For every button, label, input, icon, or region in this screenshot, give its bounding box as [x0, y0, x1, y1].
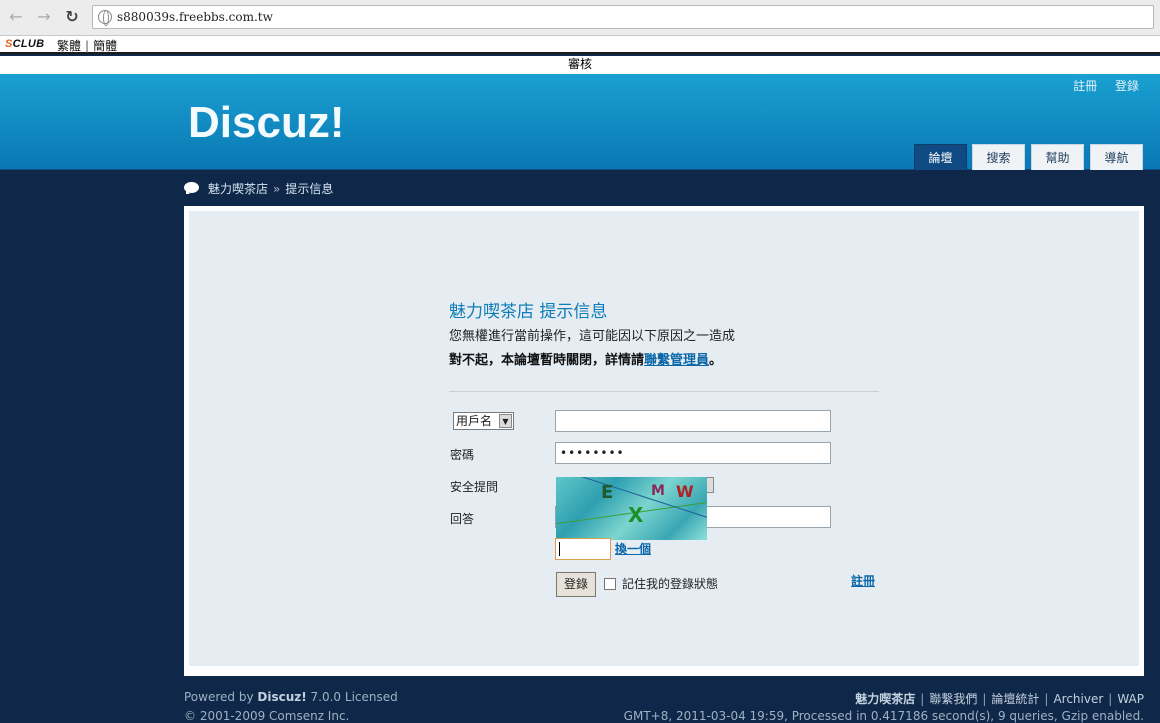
breadcrumb-separator: »: [273, 182, 281, 196]
register-link[interactable]: 註冊: [1073, 79, 1097, 93]
password-input[interactable]: ••••••••: [555, 442, 831, 464]
speech-bubble-icon: [184, 182, 199, 194]
login-link[interactable]: 登錄: [1115, 79, 1139, 93]
divider: [449, 391, 879, 392]
answer-label: 回答: [450, 512, 475, 526]
discuz-link[interactable]: Discuz!: [257, 690, 306, 704]
captcha-glyph: W: [676, 482, 694, 501]
tab-search[interactable]: 搜索: [972, 144, 1025, 170]
browser-toolbar: ← → ↻ s880039s.freebbs.com.tw: [0, 0, 1160, 36]
address-bar[interactable]: s880039s.freebbs.com.tw: [92, 5, 1154, 29]
message-title: 魅力喫茶店 提示信息: [449, 302, 608, 322]
back-icon[interactable]: ←: [6, 8, 26, 26]
chevron-down-icon: ▼: [499, 414, 512, 428]
footer-link-archiver[interactable]: Archiver: [1053, 692, 1103, 706]
message-reason: 您無權進行當前操作，這可能因以下原因之一造成: [449, 329, 736, 344]
login-type-select[interactable]: 用戶名 ▼: [453, 412, 514, 430]
captcha-glyph: X: [628, 503, 644, 527]
powered-by: Powered by Discuz! 7.0.0 Licensed: [184, 690, 398, 704]
footer-links: 魅力喫茶店 | 聯繫我們 | 論壇統計 | Archiver | WAP: [855, 692, 1144, 706]
bookmarks-bar: SCLUB 繁體 | 簡體: [0, 36, 1160, 54]
change-captcha-link[interactable]: 換一個: [615, 540, 651, 557]
contact-admin-link[interactable]: 聯繫管理員: [644, 353, 709, 368]
password-label: 密碼: [450, 448, 475, 462]
copyright: © 2001-2009 Comsenz Inc.: [184, 709, 350, 723]
forward-icon[interactable]: →: [34, 8, 54, 26]
breadcrumb-forum[interactable]: 魅力喫茶店: [208, 182, 268, 196]
breadcrumb-current: 提示信息: [285, 182, 334, 196]
remember-checkbox[interactable]: [604, 578, 616, 590]
message-closed-notice: 對不起，本論壇暫時關閉，詳情請聯繫管理員。: [449, 353, 723, 368]
security-question-label: 安全提問: [450, 480, 499, 494]
footer-link-wap[interactable]: WAP: [1117, 692, 1144, 706]
sclub-logo[interactable]: SCLUB: [5, 38, 44, 50]
captcha-image: E M W X: [556, 477, 707, 540]
traditional-link[interactable]: 繁體: [57, 39, 81, 53]
captcha-glyph: M: [651, 483, 665, 499]
footer-link-stats[interactable]: 論壇統計: [991, 692, 1039, 706]
captcha-glyph: E: [601, 482, 614, 503]
footer-link-contact[interactable]: 聯繫我們: [929, 692, 977, 706]
discuz-logo[interactable]: Discuz!: [188, 98, 344, 148]
login-button[interactable]: 登錄: [556, 572, 596, 597]
captcha-input[interactable]: [555, 538, 611, 560]
tab-help[interactable]: 幫助: [1031, 144, 1084, 170]
moderation-strip: 審核: [0, 56, 1160, 74]
forum-header: Discuz! 註冊 登錄 論壇 搜索 幫助 導航: [0, 74, 1160, 170]
register-form-link[interactable]: 註冊: [851, 572, 875, 589]
footer-link-forum[interactable]: 魅力喫茶店: [855, 692, 915, 706]
reload-icon[interactable]: ↻: [62, 8, 82, 26]
message-panel: [184, 206, 1144, 676]
tab-navigation[interactable]: 導航: [1090, 144, 1143, 170]
tab-forum[interactable]: 論壇: [914, 144, 967, 170]
simplified-link[interactable]: 簡體: [93, 39, 117, 53]
globe-icon: [98, 10, 112, 26]
divider: |: [85, 39, 90, 53]
url-text[interactable]: s880039s.freebbs.com.tw: [117, 10, 273, 24]
footer-status: GMT+8, 2011-03-04 19:59, Processed in 0.…: [623, 709, 1144, 723]
user-links: 註冊 登錄: [1059, 77, 1139, 94]
message-panel-inner: [189, 211, 1139, 666]
username-input[interactable]: [555, 410, 831, 432]
remember-label: 記住我的登錄狀態: [622, 577, 719, 591]
